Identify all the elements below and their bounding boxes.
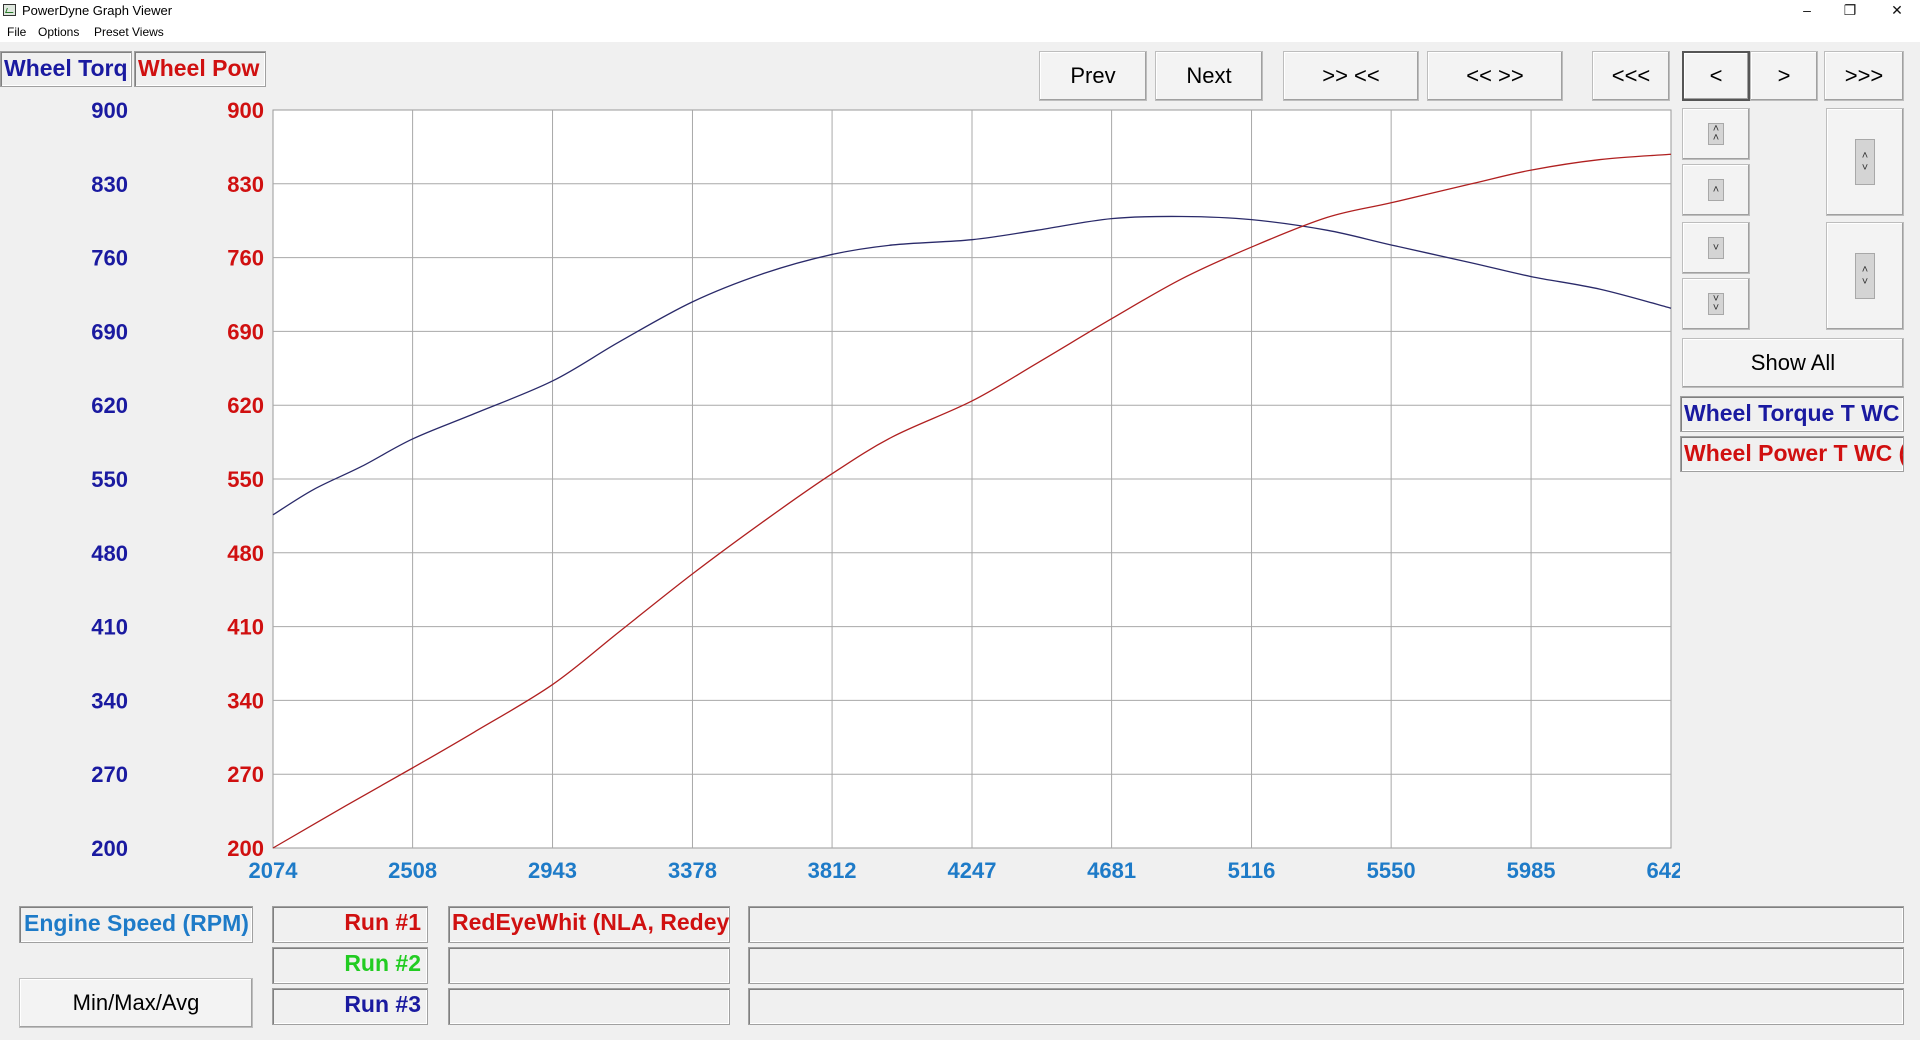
chevrons-icon: ˄ ˅: [1855, 139, 1875, 185]
run-3-label: Run #3: [272, 988, 428, 1025]
left-axis-header[interactable]: Wheel Torq: [0, 51, 132, 87]
double-chevron-up-icon: ˄ ˄: [1708, 123, 1724, 145]
torque-tick-label: 830: [91, 172, 128, 197]
scale-up-button[interactable]: ˄: [1682, 164, 1750, 216]
x-tick-label: 5550: [1367, 858, 1416, 883]
title-bar: [0, 0, 1920, 22]
right-axis-header[interactable]: Wheel Pow: [134, 51, 266, 87]
x-tick-label: 4247: [948, 858, 997, 883]
next-button[interactable]: Next: [1155, 51, 1263, 101]
app-icon: [3, 4, 16, 16]
torque-tick-label: 340: [91, 688, 128, 713]
restore-button[interactable]: ❐: [1827, 0, 1873, 22]
torque-tick-label: 480: [91, 541, 128, 566]
power-tick-label: 550: [227, 467, 264, 492]
run-2-name[interactable]: [448, 947, 730, 984]
close-button[interactable]: ✕: [1874, 0, 1920, 22]
torque-tick-label: 200: [91, 836, 128, 861]
menu-file[interactable]: File: [7, 25, 26, 39]
menu-preset-views[interactable]: Preset Views: [94, 25, 164, 39]
window-title: PowerDyne Graph Viewer: [22, 3, 173, 18]
power-tick-label: 900: [227, 100, 264, 123]
x-tick-label: 5116: [1228, 858, 1276, 883]
x-tick-label: 2508: [388, 858, 437, 883]
menu-bar: [0, 22, 1920, 42]
x-tick-label: 2074: [249, 858, 299, 883]
torque-tick-label: 690: [91, 319, 128, 344]
run-3-name[interactable]: [448, 988, 730, 1025]
torque-tick-label: 620: [91, 393, 128, 418]
chevrons-icon: ˄ ˅: [1855, 253, 1875, 299]
power-tick-label: 830: [227, 172, 264, 197]
scroll-far-right-button[interactable]: >>>: [1824, 51, 1904, 101]
minimize-button[interactable]: –: [1784, 0, 1830, 22]
zoom-out-button[interactable]: << >>: [1427, 51, 1563, 101]
chevron-down-icon: ˅: [1708, 237, 1724, 259]
min-max-avg-button[interactable]: Min/Max/Avg: [19, 978, 253, 1028]
run-2-notes[interactable]: [748, 947, 1904, 984]
scale-up-fast-button[interactable]: ˄ ˄: [1682, 108, 1750, 160]
x-tick-label: 5985: [1507, 858, 1556, 883]
scroll-right-button[interactable]: >: [1750, 51, 1818, 101]
prev-button[interactable]: Prev: [1039, 51, 1147, 101]
power-tick-label: 200: [227, 836, 264, 861]
x-axis-label[interactable]: Engine Speed (RPM): [19, 906, 253, 943]
power-tick-label: 480: [227, 541, 264, 566]
x-tick-label: 3812: [808, 858, 857, 883]
x-tick-label: 3378: [668, 858, 717, 883]
power-tick-label: 620: [227, 393, 264, 418]
x-tick-label: 6420: [1647, 858, 1680, 883]
zoom-in-button[interactable]: >> <<: [1283, 51, 1419, 101]
double-chevron-down-icon: ˅ ˅: [1708, 293, 1724, 315]
power-tick-label: 410: [227, 615, 264, 640]
pan-up-button[interactable]: ˄ ˅: [1826, 108, 1904, 216]
menu-options[interactable]: Options: [38, 25, 79, 39]
scroll-left-button[interactable]: <: [1682, 51, 1750, 101]
torque-tick-label: 900: [91, 100, 128, 123]
run-2-label: Run #2: [272, 947, 428, 984]
torque-tick-label: 550: [91, 467, 128, 492]
scale-down-fast-button[interactable]: ˅ ˅: [1682, 278, 1750, 330]
scroll-far-left-button[interactable]: <<<: [1592, 51, 1670, 101]
show-all-button[interactable]: Show All: [1682, 338, 1904, 388]
x-tick-label: 2943: [528, 858, 577, 883]
torque-tick-label: 760: [91, 246, 128, 271]
power-tick-label: 340: [227, 688, 264, 713]
run-1-notes[interactable]: [748, 906, 1904, 943]
power-tick-label: 760: [227, 246, 264, 271]
power-tick-label: 270: [227, 762, 264, 787]
scale-down-button[interactable]: ˅: [1682, 222, 1750, 274]
run-3-notes[interactable]: [748, 988, 1904, 1025]
legend-torque[interactable]: Wheel Torque T WC: [1680, 396, 1904, 432]
run-1-label: Run #1: [272, 906, 428, 943]
torque-tick-label: 410: [91, 615, 128, 640]
legend-power[interactable]: Wheel Power T WC (: [1680, 436, 1904, 472]
power-tick-label: 690: [227, 319, 264, 344]
dyno-chart: 2074 2508 2943 3378 3812 4247 4681 5116 5550 5985…: [91, 100, 1680, 883]
x-tick-label: 4681: [1087, 858, 1136, 883]
chevron-up-icon: ˄: [1708, 179, 1724, 201]
torque-tick-label: 270: [91, 762, 128, 787]
pan-down-button[interactable]: ˄ ˅: [1826, 222, 1904, 330]
run-1-name[interactable]: RedEyeWhit (NLA, Redeye: [448, 906, 730, 943]
